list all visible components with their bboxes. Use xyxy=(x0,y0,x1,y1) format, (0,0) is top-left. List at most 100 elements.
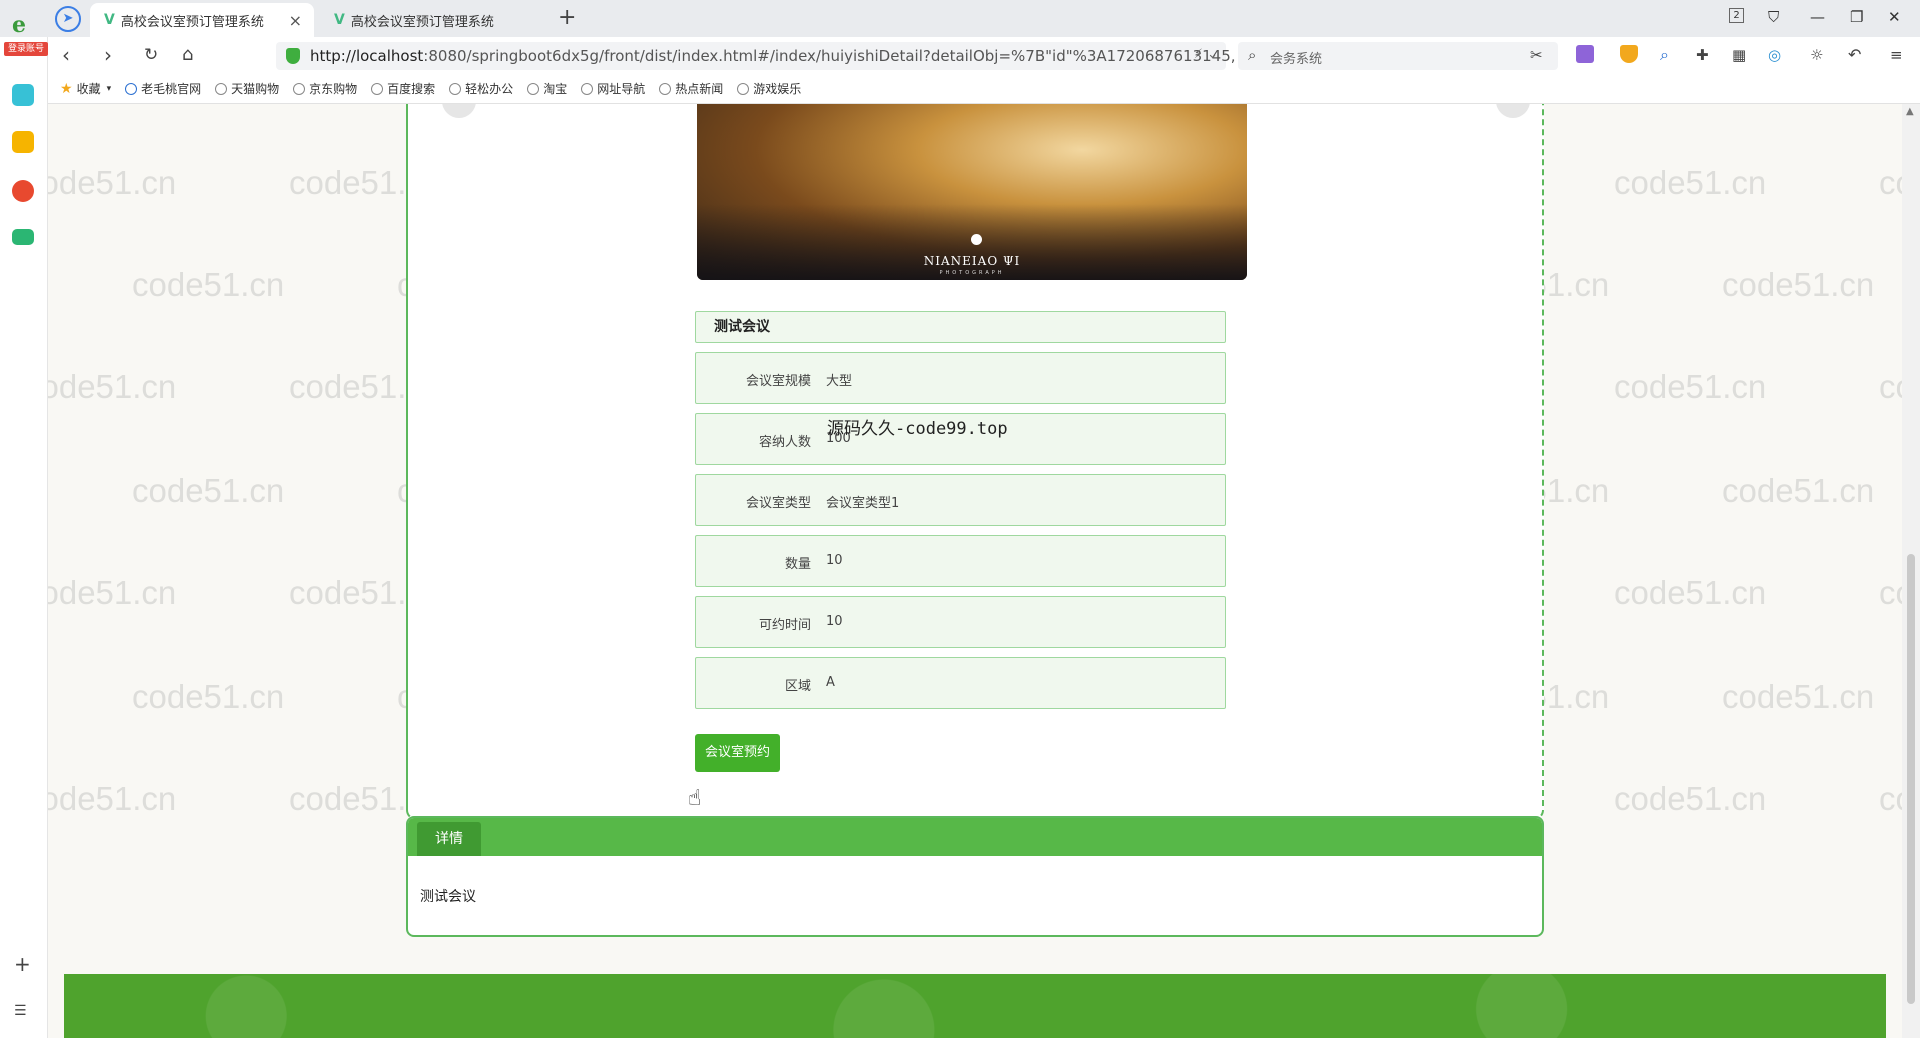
mail-icon[interactable] xyxy=(12,229,34,245)
new-tab-button[interactable]: + xyxy=(558,5,576,30)
browser-tab-bar: ➤ V 高校会议室预订管理系统 × V 高校会议室预订管理系统 + 2 ⛉ — … xyxy=(0,0,1920,37)
bookmark-item[interactable]: 老毛桃官网 xyxy=(125,80,201,97)
globe-icon xyxy=(293,82,306,95)
bookmark-item[interactable]: 网址导航 xyxy=(581,80,645,97)
watermark-text: code51.cn xyxy=(1614,780,1767,817)
menu-icon[interactable]: ≡ xyxy=(1890,46,1903,64)
search-icon: ⌕ xyxy=(1248,46,1257,64)
watermark-text: code51.cn xyxy=(1879,368,1902,405)
tab-title: 高校会议室预订管理系统 xyxy=(350,14,494,30)
favorites-star-icon[interactable] xyxy=(12,131,34,153)
translate-icon[interactable] xyxy=(1576,45,1594,63)
field-label: 区域 xyxy=(784,679,811,694)
watermark-text: code51.cn xyxy=(1722,472,1875,509)
page-scrollbar[interactable]: ▲ xyxy=(1902,104,1920,1038)
brightness-icon[interactable]: ☼ xyxy=(1810,46,1823,64)
watermark-text: code51.cn xyxy=(132,678,285,715)
chevron-down-icon: ▾ xyxy=(106,83,112,94)
room-name: 测试会议 xyxy=(695,311,1226,343)
carousel-next-button[interactable] xyxy=(1496,104,1530,118)
watermark-text: code51.cn xyxy=(48,574,177,611)
page-footer xyxy=(64,974,1886,1038)
field-room-type: 会议室类型 会议室类型1 xyxy=(695,474,1226,526)
cut-icon[interactable]: ✂ xyxy=(1530,46,1543,64)
field-value: A xyxy=(826,675,835,690)
reload-icon[interactable]: ↻ xyxy=(144,45,158,65)
apps-grid-icon[interactable]: ▦ xyxy=(1732,46,1746,64)
address-bar[interactable]: http://localhost:8080/springboot6dx5g/fr… xyxy=(276,42,1236,70)
watermark-text: code51.cn xyxy=(1879,164,1902,201)
restore-icon[interactable]: ❐ xyxy=(1850,8,1863,26)
mouse-cursor-icon: ☝ xyxy=(688,786,702,811)
scrollbar-thumb[interactable] xyxy=(1907,554,1915,1004)
address-dropdown-icon[interactable]: ⚡ ⌄ xyxy=(1194,47,1218,62)
back-icon[interactable]: ‹ xyxy=(62,43,70,67)
tab-count-icon[interactable]: 2 xyxy=(1729,8,1744,23)
field-value: 会议室类型1 xyxy=(826,496,900,511)
login-badge[interactable]: 登录账号 xyxy=(4,42,48,56)
book-room-button[interactable]: 会议室预约 xyxy=(695,734,780,772)
bookmark-item[interactable]: 京东购物 xyxy=(293,80,357,97)
tabs-header: 详情 xyxy=(408,818,1542,856)
field-label: 会议室规模 xyxy=(745,374,811,389)
watermark-text: code51.cn xyxy=(132,266,285,303)
room-image-carousel[interactable]: NIANEIAO ΨI PHOTOGRAPH xyxy=(697,104,1247,280)
browser-logo[interactable]: e 登录账号 xyxy=(4,12,48,56)
browser-e-logo-icon: e xyxy=(12,12,26,38)
watermark-text: code51.cn xyxy=(1614,574,1767,611)
vue-logo-icon: V xyxy=(334,12,345,28)
skin-icon[interactable]: ⛉ xyxy=(1768,8,1779,26)
field-value: 10 xyxy=(826,553,843,568)
plus-app-icon[interactable] xyxy=(12,84,34,106)
globe-icon xyxy=(215,82,228,95)
watermark-text: code51.cn xyxy=(1879,780,1902,817)
tab-content-text: 测试会议 xyxy=(420,889,476,905)
field-label: 容纳人数 xyxy=(758,435,811,450)
vue-logo-icon: V xyxy=(104,12,115,28)
search-box[interactable]: ⌕ 会务系统 xyxy=(1238,42,1558,70)
page-viewport: code51.cn code51.cn code51.cn code51.cn code… xyxy=(48,104,1902,1038)
zoom-icon[interactable]: ⌕ xyxy=(1660,45,1669,65)
bookmark-item[interactable]: 淘宝 xyxy=(527,80,567,97)
url-text[interactable]: http://localhost:8080/springboot6dx5g/fr… xyxy=(310,47,1236,65)
search-input[interactable]: 会务系统 xyxy=(1270,48,1322,67)
weibo-icon[interactable] xyxy=(12,180,34,202)
detail-tabs-card: 详情 测试会议 xyxy=(406,816,1544,937)
home-icon[interactable]: ⌂ xyxy=(182,44,193,65)
bookmark-item[interactable]: 轻松办公 xyxy=(449,80,513,97)
close-window-icon[interactable]: ✕ xyxy=(1888,8,1901,26)
field-area: 区域 A xyxy=(695,657,1226,709)
bookmark-item[interactable]: 天猫购物 xyxy=(215,80,279,97)
tab-close-icon[interactable]: × xyxy=(289,11,302,30)
bookmarks-bar: ★ 收藏 ▾ 老毛桃官网 天猫购物 京东购物 百度搜索 轻松办公 淘宝 网址导航 热… xyxy=(48,74,1920,104)
bookmark-item[interactable]: 百度搜索 xyxy=(371,80,435,97)
carousel-indicator-dot[interactable] xyxy=(971,234,982,245)
room-detail-card: NIANEIAO ΨI PHOTOGRAPH 测试会议 会议室规模 大型 容纳人… xyxy=(406,104,1544,820)
watermark-text: code51.cn xyxy=(48,368,177,405)
watermark-text: code51.cn xyxy=(1722,266,1875,303)
edge-icon[interactable]: ◎ xyxy=(1768,46,1781,64)
browser-tab-active[interactable]: V 高校会议室预订管理系统 × xyxy=(90,3,314,37)
field-available-time: 可约时间 10 xyxy=(695,596,1226,648)
carousel-prev-button[interactable] xyxy=(442,104,476,118)
forward-icon[interactable]: › xyxy=(104,43,112,67)
bookmark-favorites[interactable]: ★ 收藏 ▾ xyxy=(60,80,111,97)
add-icon[interactable]: + xyxy=(14,952,31,976)
globe-icon xyxy=(371,82,384,95)
tab-detail[interactable]: 详情 xyxy=(417,822,481,856)
undo-icon[interactable]: ↶ xyxy=(1848,45,1861,64)
globe-icon xyxy=(737,82,750,95)
globe-icon xyxy=(125,82,138,95)
minimize-icon[interactable]: — xyxy=(1810,8,1825,26)
browser-tab[interactable]: V 高校会议室预订管理系统 xyxy=(320,3,544,37)
scroll-up-icon[interactable]: ▲ xyxy=(1906,106,1914,117)
browser-sidebar: + ☰ xyxy=(0,37,48,1038)
navigation-icon[interactable]: ➤ xyxy=(55,6,81,32)
menu-list-icon[interactable]: ☰ xyxy=(14,1003,27,1019)
shield-extension-icon[interactable] xyxy=(1620,45,1638,63)
bookmark-item[interactable]: 游戏娱乐 xyxy=(737,80,801,97)
watermark-text: code51.cn xyxy=(48,780,177,817)
extensions-icon[interactable]: ✚ xyxy=(1696,46,1709,64)
bookmark-item[interactable]: 热点新闻 xyxy=(659,80,723,97)
field-label: 数量 xyxy=(784,557,811,572)
